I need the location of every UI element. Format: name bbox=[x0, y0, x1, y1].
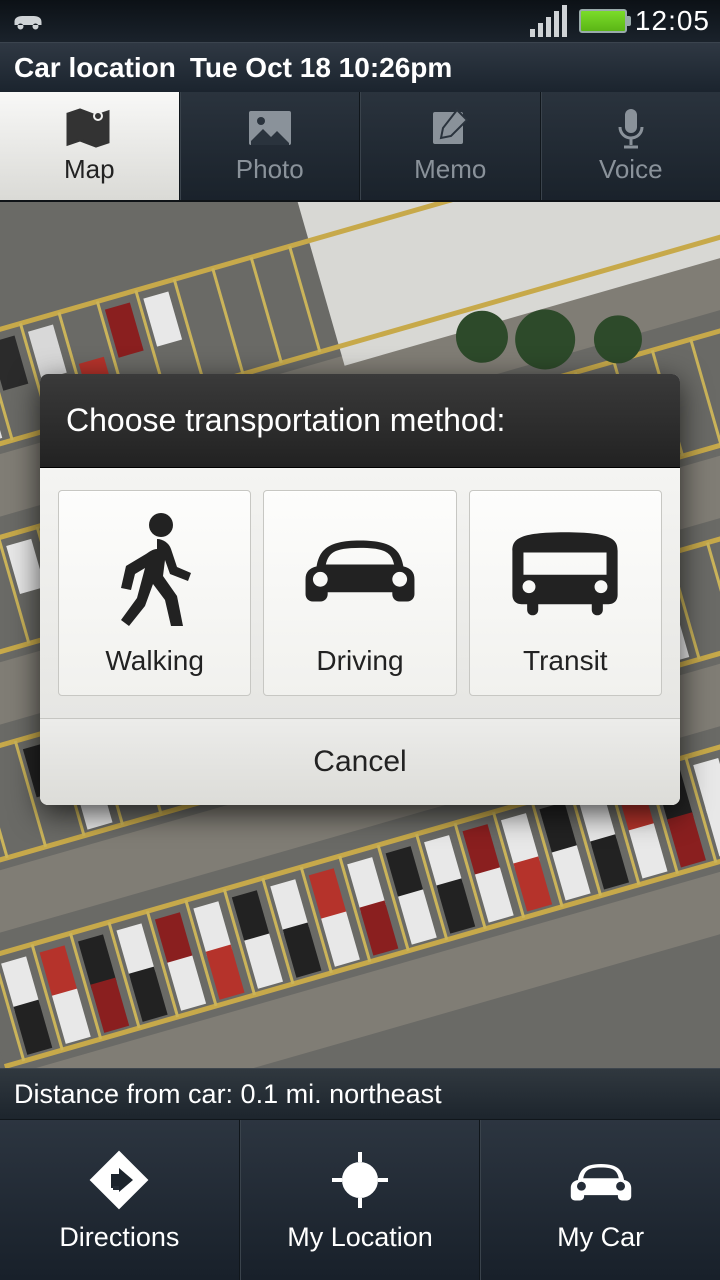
cancel-button[interactable]: Cancel bbox=[40, 718, 680, 805]
option-label: Walking bbox=[105, 645, 204, 677]
tab-voice[interactable]: Voice bbox=[541, 92, 720, 200]
nav-label: My Car bbox=[557, 1222, 644, 1253]
dialog-title: Choose transportation method: bbox=[40, 374, 680, 468]
tab-bar: Map Photo Memo Voice bbox=[0, 92, 720, 202]
signal-icon bbox=[530, 5, 567, 37]
car-status-icon bbox=[10, 8, 46, 35]
tab-label: Map bbox=[64, 154, 115, 185]
transit-icon bbox=[505, 511, 625, 631]
map-icon bbox=[66, 108, 112, 148]
title-datetime: Tue Oct 18 10:26pm bbox=[190, 52, 452, 84]
title-bar: Car location Tue Oct 18 10:26pm bbox=[0, 42, 720, 92]
transport-dialog: Choose transportation method: Walking Dr… bbox=[40, 374, 680, 805]
voice-icon bbox=[608, 108, 654, 148]
tab-photo[interactable]: Photo bbox=[180, 92, 361, 200]
tab-label: Voice bbox=[599, 154, 663, 185]
option-driving[interactable]: Driving bbox=[263, 490, 456, 696]
bottom-nav: Directions My Location My Car bbox=[0, 1120, 720, 1280]
title-label: Car location bbox=[14, 52, 176, 84]
map-view[interactable]: Choose transportation method: Walking Dr… bbox=[0, 202, 720, 1068]
option-label: Driving bbox=[316, 645, 403, 677]
option-transit[interactable]: Transit bbox=[469, 490, 662, 696]
distance-bar: Distance from car: 0.1 mi. northeast bbox=[0, 1068, 720, 1120]
locate-icon bbox=[328, 1148, 392, 1212]
nav-my-location[interactable]: My Location bbox=[240, 1120, 481, 1280]
nav-label: Directions bbox=[59, 1222, 179, 1253]
nav-label: My Location bbox=[287, 1222, 433, 1253]
nav-directions[interactable]: Directions bbox=[0, 1120, 240, 1280]
battery-icon bbox=[579, 9, 627, 33]
nav-my-car[interactable]: My Car bbox=[480, 1120, 720, 1280]
status-clock: 12:05 bbox=[635, 5, 710, 37]
tab-map[interactable]: Map bbox=[0, 92, 180, 200]
car-icon bbox=[569, 1148, 633, 1212]
memo-icon bbox=[427, 108, 473, 148]
option-label: Transit bbox=[523, 645, 608, 677]
walking-icon bbox=[95, 511, 215, 631]
tab-label: Memo bbox=[414, 154, 486, 185]
option-walking[interactable]: Walking bbox=[58, 490, 251, 696]
tab-memo[interactable]: Memo bbox=[360, 92, 541, 200]
tab-label: Photo bbox=[236, 154, 304, 185]
status-bar: 12:05 bbox=[0, 0, 720, 42]
directions-icon bbox=[87, 1148, 151, 1212]
photo-icon bbox=[247, 108, 293, 148]
driving-icon bbox=[300, 511, 420, 631]
